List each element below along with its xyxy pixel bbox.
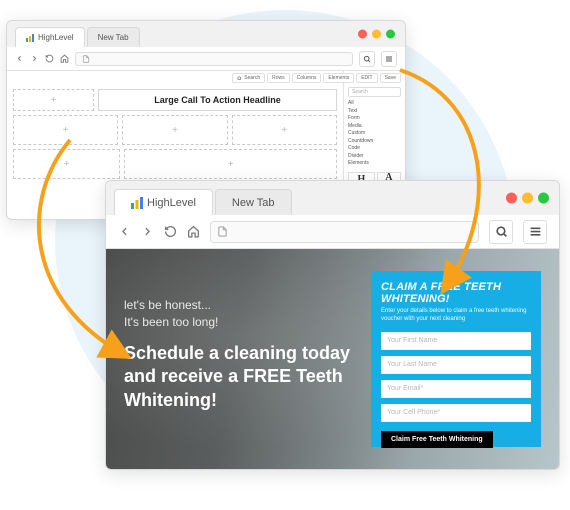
sidebar-item[interactable]: Form bbox=[348, 115, 401, 123]
tab-new[interactable]: New Tab bbox=[87, 27, 140, 47]
last-name-field[interactable]: Your Last Name bbox=[381, 356, 531, 374]
toolbar-label: EDIT bbox=[361, 75, 372, 81]
tab-bar: HighLevel New Tab bbox=[7, 21, 405, 47]
sidebar-item[interactable]: Media bbox=[348, 123, 401, 131]
toolbar-label: Elements bbox=[328, 75, 349, 81]
sidebar-item[interactable]: Countdown bbox=[348, 138, 401, 146]
pretitle: let's be honest... It's been too long! bbox=[124, 297, 371, 332]
sidebar-item[interactable]: Elements bbox=[348, 160, 401, 168]
tab-label: HighLevel bbox=[147, 197, 196, 209]
toolbar-search[interactable]: Search bbox=[232, 73, 265, 83]
placeholder-slot[interactable]: + bbox=[13, 89, 94, 111]
phone-field[interactable]: Your Cell Phone* bbox=[381, 404, 531, 422]
home-icon[interactable] bbox=[187, 225, 200, 238]
sidebar-search-placeholder: Search bbox=[352, 89, 368, 95]
toolbar-elements[interactable]: Elements bbox=[323, 73, 354, 83]
field-placeholder: Your Cell Phone* bbox=[387, 409, 440, 416]
menu-button[interactable] bbox=[381, 51, 397, 67]
forward-icon[interactable] bbox=[30, 54, 39, 63]
minimize-icon[interactable] bbox=[372, 30, 381, 39]
sidebar-item[interactable]: Custom bbox=[348, 130, 401, 138]
reload-icon[interactable] bbox=[164, 225, 177, 238]
toolbar-columns[interactable]: Columns bbox=[292, 73, 322, 83]
tab-bar: HighLevel New Tab bbox=[106, 181, 559, 215]
window-controls bbox=[358, 30, 395, 39]
menu-button[interactable] bbox=[523, 220, 547, 244]
search-button[interactable] bbox=[489, 220, 513, 244]
lead-form: CLAIM A FREE TEETH WHITENING! Enter your… bbox=[371, 271, 541, 447]
search-button[interactable] bbox=[359, 51, 375, 67]
email-field[interactable]: Your Email* bbox=[381, 380, 531, 398]
field-placeholder: Your Email* bbox=[387, 385, 423, 392]
first-name-field[interactable]: Your First Name bbox=[381, 332, 531, 350]
button-label: Claim Free Teeth Whitening bbox=[391, 436, 483, 443]
highlevel-logo-icon bbox=[26, 34, 34, 42]
pretitle-line: let's be honest... bbox=[124, 297, 371, 314]
tab-label: New Tab bbox=[232, 197, 275, 209]
form-title: CLAIM A FREE TEETH WHITENING! bbox=[381, 281, 531, 305]
builder-toolbar: Search Rows Columns Elements EDIT Save bbox=[232, 73, 401, 83]
sidebar-item[interactable]: Divider bbox=[348, 153, 401, 161]
placeholder-slot[interactable]: + bbox=[232, 115, 337, 145]
placeholder-slot[interactable]: + bbox=[124, 149, 337, 179]
toolbar-save[interactable]: Save bbox=[380, 73, 401, 83]
sidebar-category-list: All Text Form Media Custom Countdown Cod… bbox=[348, 100, 401, 168]
tab-highlevel[interactable]: HighLevel bbox=[114, 189, 213, 215]
address-bar bbox=[7, 47, 405, 71]
toolbar-edit[interactable]: EDIT bbox=[356, 73, 377, 83]
toolbar-rows[interactable]: Rows bbox=[267, 73, 290, 83]
highlevel-logo-icon bbox=[131, 197, 143, 209]
url-input[interactable] bbox=[210, 221, 479, 243]
reload-icon[interactable] bbox=[45, 54, 54, 63]
toolbar-label: Search bbox=[244, 75, 260, 81]
field-placeholder: Your First Name bbox=[387, 337, 437, 344]
main-headline: Schedule a cleaning today and receive a … bbox=[124, 342, 371, 412]
home-icon[interactable] bbox=[60, 54, 69, 63]
field-placeholder: Your Last Name bbox=[387, 361, 437, 368]
sidebar-item[interactable]: Text bbox=[348, 108, 401, 116]
placeholder-slot[interactable]: + bbox=[13, 115, 118, 145]
maximize-icon[interactable] bbox=[386, 30, 395, 39]
landing-page: let's be honest... It's been too long! S… bbox=[106, 249, 559, 469]
placeholder-slot[interactable]: + bbox=[13, 149, 120, 179]
close-icon[interactable] bbox=[358, 30, 367, 39]
tab-new[interactable]: New Tab bbox=[215, 189, 292, 215]
hero-copy: let's be honest... It's been too long! S… bbox=[124, 271, 371, 447]
headline-element[interactable]: Large Call To Action Headline bbox=[98, 89, 337, 111]
tab-label: HighLevel bbox=[38, 33, 74, 42]
sidebar-item[interactable]: Code bbox=[348, 145, 401, 153]
claim-button[interactable]: Claim Free Teeth Whitening bbox=[381, 431, 493, 448]
placeholder-slot[interactable]: + bbox=[122, 115, 227, 145]
maximize-icon[interactable] bbox=[538, 193, 549, 204]
pretitle-line: It's been too long! bbox=[124, 314, 371, 331]
file-icon bbox=[82, 55, 90, 63]
form-subtitle: Enter your details below to claim a free… bbox=[381, 308, 531, 324]
tab-highlevel[interactable]: HighLevel bbox=[15, 27, 85, 47]
url-input[interactable] bbox=[75, 52, 353, 66]
toolbar-label: Save bbox=[385, 75, 396, 81]
close-icon[interactable] bbox=[506, 193, 517, 204]
minimize-icon[interactable] bbox=[522, 193, 533, 204]
headline-text: Large Call To Action Headline bbox=[154, 95, 281, 105]
sidebar-search-input[interactable]: Search bbox=[348, 87, 401, 97]
address-bar bbox=[106, 215, 559, 249]
forward-icon[interactable] bbox=[141, 225, 154, 238]
window-controls bbox=[506, 193, 549, 204]
browser-window-landing: HighLevel New Tab let's be honest... It'… bbox=[105, 180, 560, 470]
sidebar-item[interactable]: All bbox=[348, 100, 401, 108]
back-icon[interactable] bbox=[118, 225, 131, 238]
tab-label: New Tab bbox=[98, 33, 129, 42]
toolbar-label: Columns bbox=[297, 75, 317, 81]
back-icon[interactable] bbox=[15, 54, 24, 63]
file-icon bbox=[217, 226, 228, 237]
toolbar-label: Rows bbox=[272, 75, 285, 81]
